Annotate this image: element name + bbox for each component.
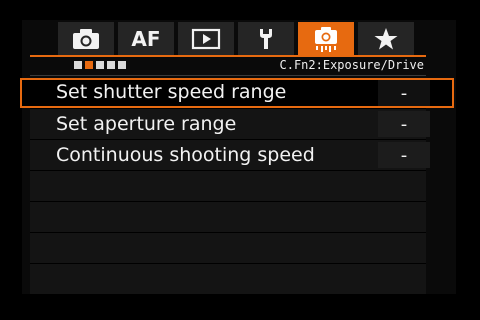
menu-item-value-box: - (378, 142, 430, 168)
page-dot (118, 61, 126, 69)
empty-row (30, 264, 426, 295)
menu-item-value: - (400, 82, 408, 104)
menu-item-value-box: - (378, 80, 430, 106)
wrench-icon (253, 26, 279, 52)
tab-setup[interactable] (238, 22, 294, 56)
menu-item-value: - (400, 144, 408, 166)
page-dot (74, 61, 82, 69)
tab-af-label: AF (131, 27, 161, 51)
menu-item-label: Set aperture range (56, 113, 237, 135)
page-dot-active (85, 61, 93, 69)
camera-icon (71, 28, 101, 50)
empty-row (30, 233, 426, 264)
menu-item-label: Continuous shooting speed (56, 144, 315, 166)
play-icon (191, 28, 221, 50)
tab-af[interactable]: AF (118, 22, 174, 56)
tab-underline (30, 55, 426, 57)
tab-shooting[interactable] (58, 22, 114, 56)
menu-item-value-box: - (378, 111, 430, 137)
tab-playback[interactable] (178, 22, 234, 56)
menu-tabs: AF (58, 22, 426, 56)
menu-item-label: Set shutter speed range (56, 81, 287, 103)
page-dot (107, 61, 115, 69)
divider (30, 75, 426, 76)
camera-custom-icon (310, 25, 342, 53)
menu-item-continuous-shooting-speed[interactable]: Continuous shooting speed - (30, 140, 430, 171)
menu-item-aperture-range[interactable]: Set aperture range - (30, 109, 430, 140)
menu-item-value: - (400, 113, 408, 135)
menu-item-shutter-speed-range[interactable]: Set shutter speed range - (20, 78, 454, 109)
empty-row (30, 171, 426, 202)
empty-row (30, 202, 426, 233)
subheader: C.Fn2:Exposure/Drive (30, 58, 426, 74)
section-title: C.Fn2:Exposure/Drive (279, 58, 425, 72)
page-indicator (74, 61, 126, 69)
tab-my-menu[interactable] (358, 22, 414, 56)
page-dot (96, 61, 104, 69)
tab-custom-functions[interactable] (298, 22, 354, 56)
camera-menu-screen: AF C.Fn2:Exposure/Drive Set shutter spee… (0, 0, 480, 320)
star-icon (373, 26, 399, 52)
menu-list: Set shutter speed range - Set aperture r… (20, 78, 454, 295)
